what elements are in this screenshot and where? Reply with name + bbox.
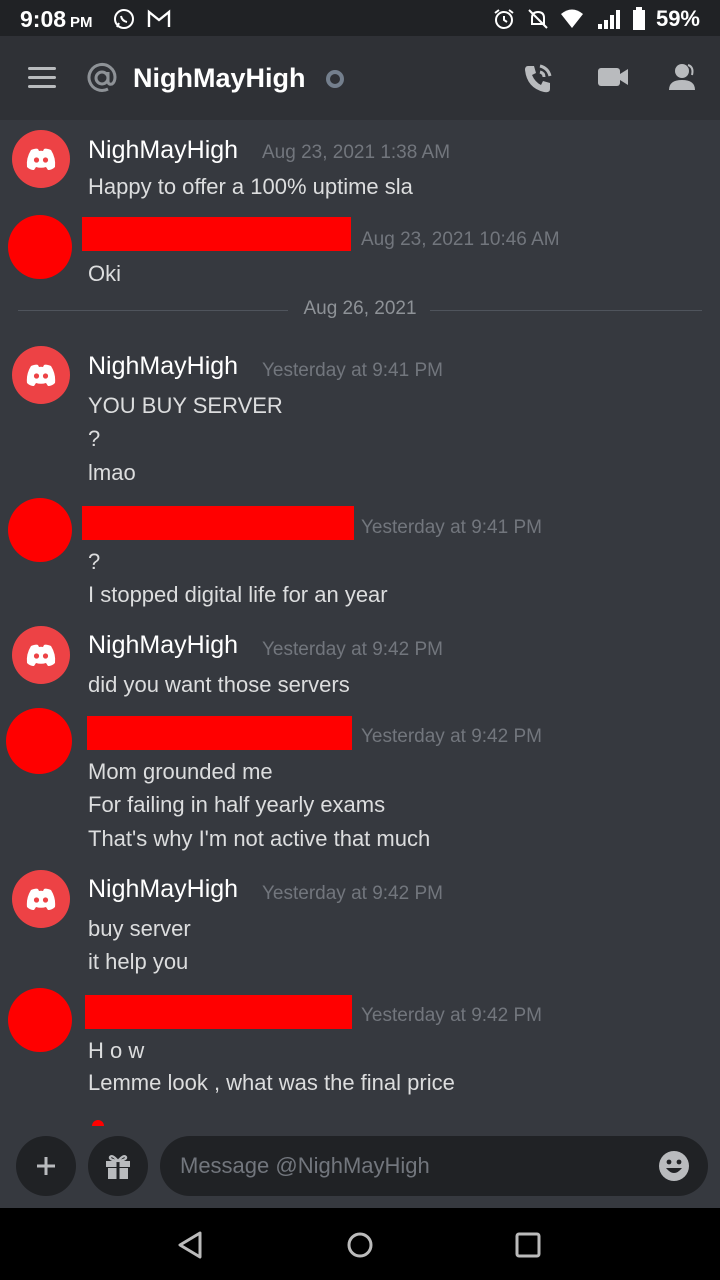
- redacted-username: [85, 995, 352, 1029]
- message-text: ?: [88, 426, 101, 451]
- redacted-username: [87, 716, 352, 750]
- username[interactable]: NighMayHigh: [88, 352, 238, 381]
- wifi-icon: [560, 9, 583, 28]
- recents-icon[interactable]: [513, 1230, 543, 1260]
- partial-avatar: [92, 1120, 104, 1126]
- message-text: it help you: [88, 949, 189, 974]
- date-divider-label: Aug 26, 2021: [303, 298, 417, 319]
- username[interactable]: NighMayHigh: [88, 875, 238, 904]
- menu-icon[interactable]: [28, 67, 56, 89]
- timestamp: Aug 23, 2021 1:38 AM: [262, 142, 451, 163]
- discord-logo-icon: [26, 644, 56, 666]
- message-list[interactable]: NighMayHigh Aug 23, 2021 1:38 AM Happy t…: [0, 120, 720, 1128]
- add-attachment-button[interactable]: [16, 1136, 76, 1196]
- discord-logo-icon: [26, 364, 56, 386]
- system-nav-bar: [0, 1208, 720, 1280]
- avatar[interactable]: [12, 130, 70, 188]
- message-text: That's why I'm not active that much: [88, 826, 431, 851]
- channel-title: NighMayHigh: [133, 63, 306, 93]
- message-text: ?: [88, 549, 101, 574]
- redacted-username: [82, 217, 351, 251]
- avatar[interactable]: [8, 988, 72, 1052]
- message-text: buy server: [88, 916, 191, 941]
- timestamp: Yesterday at 9:42 PM: [361, 1005, 542, 1026]
- avatar[interactable]: [6, 708, 72, 774]
- date-divider: Aug 26, 2021: [18, 298, 702, 319]
- battery-icon: [632, 7, 645, 30]
- discord-logo-icon: [26, 888, 56, 910]
- message-text: lmao: [88, 460, 136, 485]
- redacted-username: [82, 506, 354, 540]
- battery-percent: 59%: [655, 6, 700, 31]
- signal-icon: [597, 10, 620, 29]
- status-time: 9:08 PM: [20, 6, 93, 32]
- avatar[interactable]: [12, 870, 70, 928]
- avatar[interactable]: [8, 215, 72, 279]
- at-icon: [87, 62, 117, 92]
- gift-button[interactable]: [88, 1136, 148, 1196]
- gmail-icon: [147, 9, 171, 27]
- avatar[interactable]: [12, 626, 70, 684]
- channel-header: NighMayHigh: [0, 36, 720, 120]
- timestamp: Yesterday at 9:42 PM: [361, 726, 542, 747]
- discord-logo-icon: [26, 148, 56, 170]
- message-text: For failing in half yearly exams: [88, 792, 386, 817]
- username[interactable]: NighMayHigh: [88, 631, 238, 660]
- gift-icon: [106, 1155, 130, 1179]
- message-text: YOU BUY SERVER: [88, 393, 283, 418]
- mute-icon: [528, 9, 548, 29]
- timestamp: Yesterday at 9:42 PM: [262, 639, 443, 660]
- members-icon[interactable]: [666, 62, 700, 92]
- status-bar: 9:08 PM 59%: [0, 0, 720, 36]
- message-text: I stopped digital life for an year: [88, 582, 388, 607]
- emoji-icon[interactable]: [658, 1150, 690, 1182]
- whatsapp-icon: [114, 9, 134, 29]
- offline-status-icon: [326, 70, 344, 88]
- avatar[interactable]: [8, 498, 72, 562]
- message-text: Mom grounded me: [88, 759, 273, 784]
- message-composer: [0, 1128, 720, 1208]
- timestamp: Aug 23, 2021 10:46 AM: [361, 229, 560, 250]
- message-text: did you want those servers: [88, 672, 350, 697]
- message-text: Oki: [88, 261, 121, 286]
- timestamp: Yesterday at 9:41 PM: [361, 517, 542, 538]
- username[interactable]: NighMayHigh: [88, 136, 238, 165]
- timestamp: Yesterday at 9:42 PM: [262, 883, 443, 904]
- timestamp: Yesterday at 9:41 PM: [262, 360, 443, 381]
- plus-icon: [37, 1157, 55, 1175]
- message-text: H o w: [88, 1038, 145, 1063]
- call-icon[interactable]: [522, 62, 554, 96]
- message-text: Lemme look , what was the final price: [88, 1070, 455, 1095]
- video-icon[interactable]: [596, 62, 630, 92]
- message-input[interactable]: [160, 1136, 708, 1196]
- message-text: Happy to offer a 100% uptime sla: [88, 174, 413, 199]
- back-icon[interactable]: [176, 1230, 204, 1260]
- home-icon[interactable]: [345, 1230, 375, 1260]
- alarm-icon: [494, 9, 514, 29]
- avatar[interactable]: [12, 346, 70, 404]
